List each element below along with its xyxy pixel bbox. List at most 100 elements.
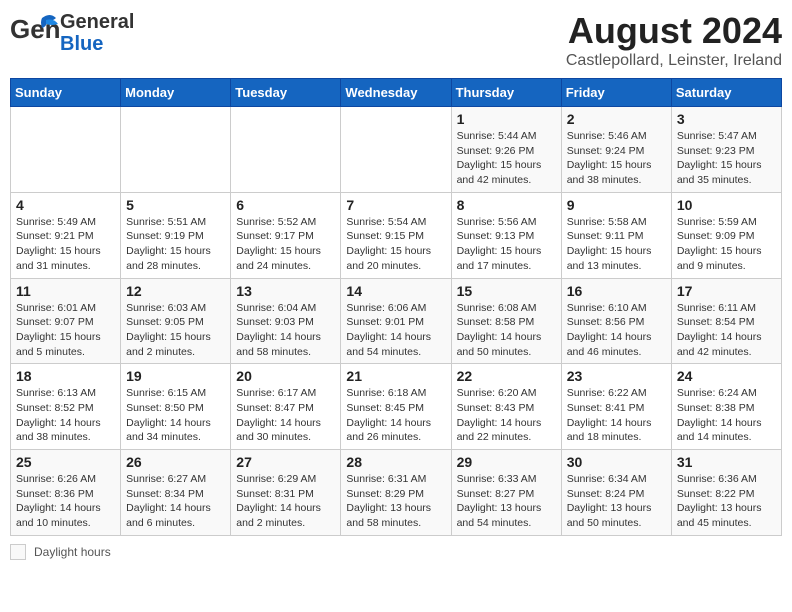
day-info: Sunrise: 6:03 AM Sunset: 9:05 PM Dayligh… <box>126 301 225 360</box>
day-number: 25 <box>16 454 115 470</box>
day-number: 15 <box>457 283 556 299</box>
calendar-cell <box>121 107 231 193</box>
day-info: Sunrise: 6:33 AM Sunset: 8:27 PM Dayligh… <box>457 472 556 531</box>
day-info: Sunrise: 6:15 AM Sunset: 8:50 PM Dayligh… <box>126 386 225 445</box>
calendar-cell: 21 Sunrise: 6:18 AM Sunset: 8:45 PM Dayli… <box>341 364 451 450</box>
day-number: 23 <box>567 368 666 384</box>
calendar-cell: 1 Sunrise: 5:44 AM Sunset: 9:26 PM Daylig… <box>451 107 561 193</box>
calendar-day-header: Monday <box>121 79 231 107</box>
day-info: Sunrise: 5:51 AM Sunset: 9:19 PM Dayligh… <box>126 215 225 274</box>
day-info: Sunrise: 6:17 AM Sunset: 8:47 PM Dayligh… <box>236 386 335 445</box>
calendar-cell: 10Sunrise: 5:59 AM Sunset: 9:09 PM Dayli… <box>671 192 781 278</box>
day-info: Sunrise: 6:01 AM Sunset: 9:07 PM Dayligh… <box>16 301 115 360</box>
day-number: 28 <box>346 454 445 470</box>
day-number: 5 <box>126 197 225 213</box>
calendar-cell: 15 Sunrise: 6:08 AM Sunset: 8:58 PM Dayli… <box>451 278 561 364</box>
calendar-cell: 16 Sunrise: 6:10 AM Sunset: 8:56 PM Dayli… <box>561 278 671 364</box>
day-number: 16 <box>567 283 666 299</box>
calendar-cell: 24Sunrise: 6:24 AM Sunset: 8:38 PM Dayli… <box>671 364 781 450</box>
calendar-cell: 4 Sunrise: 5:49 AM Sunset: 9:21 PM Daylig… <box>11 192 121 278</box>
day-number: 22 <box>457 368 556 384</box>
calendar-cell: 2 Sunrise: 5:46 AM Sunset: 9:24 PM Daylig… <box>561 107 671 193</box>
day-info: Sunrise: 6:13 AM Sunset: 8:52 PM Dayligh… <box>16 386 115 445</box>
calendar-cell: 13 Sunrise: 6:04 AM Sunset: 9:03 PM Dayli… <box>231 278 341 364</box>
day-info: Sunrise: 5:54 AM Sunset: 9:15 PM Dayligh… <box>346 215 445 274</box>
calendar-cell: 25Sunrise: 6:26 AM Sunset: 8:36 PM Dayli… <box>11 450 121 536</box>
calendar-cell: 30 Sunrise: 6:34 AM Sunset: 8:24 PM Dayli… <box>561 450 671 536</box>
day-info: Sunrise: 6:31 AM Sunset: 8:29 PM Dayligh… <box>346 472 445 531</box>
day-info: Sunrise: 6:08 AM Sunset: 8:58 PM Dayligh… <box>457 301 556 360</box>
day-info: Sunrise: 6:24 AM Sunset: 8:38 PM Dayligh… <box>677 386 776 445</box>
day-info: Sunrise: 5:58 AM Sunset: 9:11 PM Dayligh… <box>567 215 666 274</box>
calendar-cell: 29 Sunrise: 6:33 AM Sunset: 8:27 PM Dayli… <box>451 450 561 536</box>
calendar-cell: 26Sunrise: 6:27 AM Sunset: 8:34 PM Dayli… <box>121 450 231 536</box>
calendar-cell: 27Sunrise: 6:29 AM Sunset: 8:31 PM Dayli… <box>231 450 341 536</box>
calendar-day-header: Tuesday <box>231 79 341 107</box>
day-number: 12 <box>126 283 225 299</box>
logo: Gen General Blue <box>10 10 134 55</box>
day-info: Sunrise: 6:34 AM Sunset: 8:24 PM Dayligh… <box>567 472 666 531</box>
calendar-cell: 8 Sunrise: 5:56 AM Sunset: 9:13 PM Daylig… <box>451 192 561 278</box>
footer: Daylight hours <box>10 544 782 560</box>
calendar-cell <box>231 107 341 193</box>
day-number: 18 <box>16 368 115 384</box>
day-info: Sunrise: 6:11 AM Sunset: 8:54 PM Dayligh… <box>677 301 776 360</box>
calendar-cell: 12 Sunrise: 6:03 AM Sunset: 9:05 PM Dayli… <box>121 278 231 364</box>
calendar-cell: 20 Sunrise: 6:17 AM Sunset: 8:47 PM Dayli… <box>231 364 341 450</box>
day-number: 31 <box>677 454 776 470</box>
calendar-cell: 19 Sunrise: 6:15 AM Sunset: 8:50 PM Dayli… <box>121 364 231 450</box>
day-info: Sunrise: 6:06 AM Sunset: 9:01 PM Dayligh… <box>346 301 445 360</box>
day-info: Sunrise: 6:22 AM Sunset: 8:41 PM Dayligh… <box>567 386 666 445</box>
calendar-table: SundayMondayTuesdayWednesdayThursdayFrid… <box>10 78 782 536</box>
day-number: 3 <box>677 111 776 127</box>
day-info: Sunrise: 6:10 AM Sunset: 8:56 PM Dayligh… <box>567 301 666 360</box>
day-info: Sunrise: 6:20 AM Sunset: 8:43 PM Dayligh… <box>457 386 556 445</box>
calendar-cell: 3 Sunrise: 5:47 AM Sunset: 9:23 PM Daylig… <box>671 107 781 193</box>
day-number: 6 <box>236 197 335 213</box>
day-number: 1 <box>457 111 556 127</box>
calendar-day-header: Thursday <box>451 79 561 107</box>
day-number: 21 <box>346 368 445 384</box>
calendar-cell: 28 Sunrise: 6:31 AM Sunset: 8:29 PM Dayli… <box>341 450 451 536</box>
day-info: Sunrise: 6:36 AM Sunset: 8:22 PM Dayligh… <box>677 472 776 531</box>
day-number: 2 <box>567 111 666 127</box>
calendar-cell: 9 Sunrise: 5:58 AM Sunset: 9:11 PM Daylig… <box>561 192 671 278</box>
day-number: 9 <box>567 197 666 213</box>
day-info: Sunrise: 5:47 AM Sunset: 9:23 PM Dayligh… <box>677 129 776 188</box>
day-info: Sunrise: 5:46 AM Sunset: 9:24 PM Dayligh… <box>567 129 666 188</box>
calendar-header: SundayMondayTuesdayWednesdayThursdayFrid… <box>11 79 782 107</box>
day-info: Sunrise: 5:52 AM Sunset: 9:17 PM Dayligh… <box>236 215 335 274</box>
daylight-label: Daylight hours <box>34 545 111 559</box>
page-subtitle: Castlepollard, Leinster, Ireland <box>566 52 782 70</box>
day-number: 17 <box>677 283 776 299</box>
day-number: 26 <box>126 454 225 470</box>
calendar-cell <box>11 107 121 193</box>
calendar-cell: 14 Sunrise: 6:06 AM Sunset: 9:01 PM Dayli… <box>341 278 451 364</box>
logo-blue: Blue <box>60 33 134 55</box>
calendar-cell <box>341 107 451 193</box>
day-number: 11 <box>16 283 115 299</box>
day-number: 8 <box>457 197 556 213</box>
calendar-day-header: Saturday <box>671 79 781 107</box>
calendar-cell: 31 Sunrise: 6:36 AM Sunset: 8:22 PM Dayli… <box>671 450 781 536</box>
title-block: August 2024 Castlepollard, Leinster, Ire… <box>566 10 782 70</box>
day-number: 20 <box>236 368 335 384</box>
day-number: 30 <box>567 454 666 470</box>
calendar-cell: 6 Sunrise: 5:52 AM Sunset: 9:17 PM Daylig… <box>231 192 341 278</box>
day-info: Sunrise: 5:49 AM Sunset: 9:21 PM Dayligh… <box>16 215 115 274</box>
daylight-box <box>10 544 26 560</box>
day-info: Sunrise: 6:18 AM Sunset: 8:45 PM Dayligh… <box>346 386 445 445</box>
calendar-cell: 23 Sunrise: 6:22 AM Sunset: 8:41 PM Dayli… <box>561 364 671 450</box>
day-number: 14 <box>346 283 445 299</box>
calendar-cell: 22 Sunrise: 6:20 AM Sunset: 8:43 PM Dayli… <box>451 364 561 450</box>
day-number: 29 <box>457 454 556 470</box>
day-info: Sunrise: 6:04 AM Sunset: 9:03 PM Dayligh… <box>236 301 335 360</box>
day-info: Sunrise: 5:56 AM Sunset: 9:13 PM Dayligh… <box>457 215 556 274</box>
day-number: 19 <box>126 368 225 384</box>
calendar-day-header: Wednesday <box>341 79 451 107</box>
day-number: 4 <box>16 197 115 213</box>
calendar-cell: 11 Sunrise: 6:01 AM Sunset: 9:07 PM Dayli… <box>11 278 121 364</box>
day-info: Sunrise: 5:44 AM Sunset: 9:26 PM Dayligh… <box>457 129 556 188</box>
day-number: 13 <box>236 283 335 299</box>
page-title: August 2024 <box>566 10 782 52</box>
